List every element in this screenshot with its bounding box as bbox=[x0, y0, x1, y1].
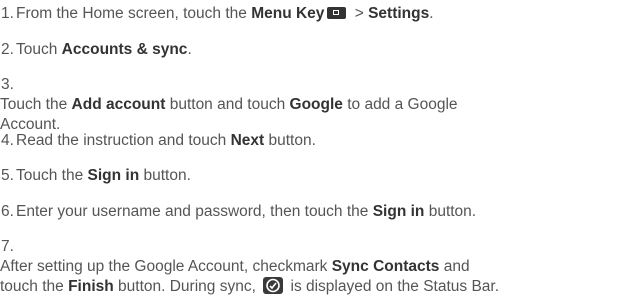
step-text-line: After setting up the Google Account, che… bbox=[0, 257, 615, 277]
step-number: 7. bbox=[1, 238, 14, 255]
keyword-accounts-sync: Accounts & sync bbox=[61, 41, 188, 58]
keyword-add-account: Add account bbox=[71, 96, 166, 113]
step-text-part: Touch the bbox=[16, 167, 88, 184]
keyword-sync-contacts: Sync Contacts bbox=[331, 258, 440, 275]
step-text-part: After setting up the Google Account, che… bbox=[0, 258, 332, 275]
step-text: Touch the Add account button and touch G… bbox=[0, 95, 615, 135]
instruction-steps: 1. From the Home screen, touch the Menu … bbox=[0, 0, 621, 295]
step-text: After setting up the Google Account, che… bbox=[0, 257, 615, 297]
step-text-part: Read the instruction and touch bbox=[16, 132, 231, 149]
step-text-part: button. bbox=[424, 203, 477, 220]
keyword-sign-in: Sign in bbox=[87, 167, 140, 184]
step-3: 3. Touch the Add account button and touc… bbox=[0, 75, 615, 135]
step-text-part: button. During sync, bbox=[113, 278, 261, 295]
step-text-part: Touch the bbox=[0, 96, 72, 113]
step-5: 5. Touch the Sign in button. bbox=[0, 166, 615, 186]
keyword-finish: Finish bbox=[68, 278, 114, 295]
step-text-part: . bbox=[187, 41, 192, 58]
step-number: 4. bbox=[1, 132, 14, 149]
step-6: 6. Enter your username and password, the… bbox=[0, 202, 615, 222]
sync-icon-glyph bbox=[266, 278, 280, 293]
step-number: 5. bbox=[1, 167, 14, 184]
step-1: 1. From the Home screen, touch the Menu … bbox=[0, 4, 615, 24]
step-text-part: > bbox=[350, 5, 369, 22]
step-7: 7. After setting up the Google Account, … bbox=[0, 237, 615, 297]
step-text: Enter your username and password, then t… bbox=[16, 203, 476, 220]
step-2: 2. Touch Accounts & sync. bbox=[0, 40, 615, 60]
step-text-part: From the Home screen, touch the bbox=[16, 5, 252, 22]
step-text-part: touch the bbox=[0, 278, 69, 295]
step-text: Touch the Sign in button. bbox=[16, 167, 191, 184]
sync-icon bbox=[263, 277, 284, 294]
menu-key-icon bbox=[327, 7, 347, 19]
step-text-part: . bbox=[429, 5, 434, 22]
keyword-menu-key: Menu Key bbox=[251, 5, 325, 22]
step-4: 4. Read the instruction and touch Next b… bbox=[0, 131, 615, 151]
keyword-settings: Settings bbox=[368, 5, 430, 22]
step-text-line: Touch the Add account button and touch G… bbox=[0, 95, 615, 115]
step-number: 6. bbox=[1, 203, 14, 220]
step-text: Touch Accounts & sync. bbox=[16, 41, 192, 58]
step-text-line: touch the Finish button. During sync, is… bbox=[0, 277, 615, 297]
step-text-part: is displayed on the Status Bar. bbox=[286, 278, 500, 295]
step-number: 1. bbox=[1, 5, 14, 22]
step-text-part: and bbox=[439, 258, 470, 275]
step-text-part: Touch bbox=[16, 41, 62, 58]
step-text-part: button. bbox=[264, 132, 316, 149]
step-text-part: Enter your username and password, then t… bbox=[16, 203, 373, 220]
keyword-sign-in: Sign in bbox=[372, 203, 425, 220]
step-text-part: to add a Google bbox=[342, 96, 458, 113]
keyword-next: Next bbox=[230, 132, 265, 149]
step-number: 2. bbox=[1, 41, 14, 58]
step-text-part: button and touch bbox=[165, 96, 290, 113]
step-text: Read the instruction and touch Next butt… bbox=[16, 132, 316, 149]
step-text-part: button. bbox=[139, 167, 191, 184]
step-text: From the Home screen, touch the Menu Key… bbox=[16, 5, 434, 22]
keyword-google: Google bbox=[289, 96, 343, 113]
step-number: 3. bbox=[1, 76, 14, 93]
